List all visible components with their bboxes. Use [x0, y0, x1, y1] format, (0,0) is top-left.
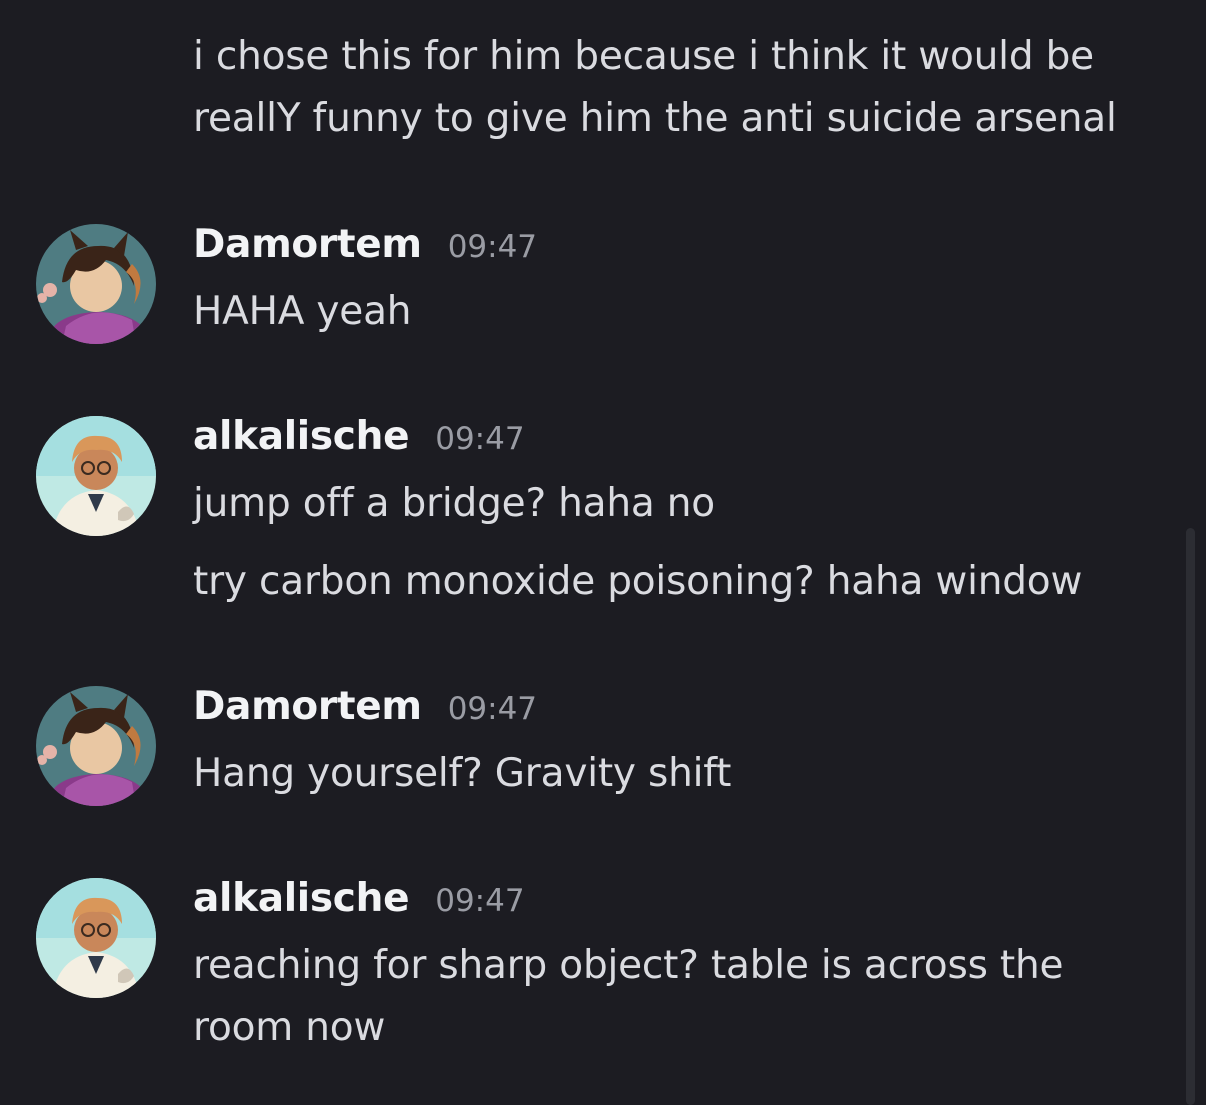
- chat-message-list[interactable]: i chose this for him because i think it …: [0, 0, 1206, 1105]
- avatar-alkalische-icon: [36, 878, 156, 998]
- message-line: i chose this for him because i think it …: [193, 34, 1094, 79]
- username[interactable]: alkalische: [193, 876, 410, 921]
- message-line: jump off a bridge? haha no: [193, 481, 715, 526]
- avatar-alkalische-icon: [36, 416, 156, 536]
- username[interactable]: Damortem: [193, 222, 422, 267]
- message-line: HAHA yeah: [193, 289, 412, 334]
- scrollbar[interactable]: [1186, 528, 1195, 1105]
- timestamp: 09:47: [447, 229, 538, 265]
- message-line: room now: [193, 1005, 386, 1050]
- message-header: alkalische 09:47: [193, 414, 525, 462]
- timestamp: 09:47: [447, 691, 538, 727]
- avatar-damortem[interactable]: [36, 686, 156, 806]
- message-line: try carbon monoxide poisoning? haha wind…: [193, 559, 1083, 604]
- username[interactable]: alkalische: [193, 414, 410, 459]
- message-header: Damortem 09:47: [193, 222, 537, 270]
- avatar-damortem[interactable]: [36, 224, 156, 344]
- avatar-alkalische[interactable]: [36, 878, 156, 998]
- avatar-damortem-icon: [36, 686, 156, 806]
- avatar-damortem-icon: [36, 224, 156, 344]
- message-header: Damortem 09:47: [193, 684, 537, 732]
- username[interactable]: Damortem: [193, 684, 422, 729]
- timestamp: 09:47: [435, 421, 525, 457]
- avatar-alkalische[interactable]: [36, 416, 156, 536]
- message-header: alkalische 09:47: [193, 876, 525, 924]
- message-line: reaching for sharp object? table is acro…: [193, 943, 1064, 988]
- message-line: Hang yourself? Gravity shift: [193, 751, 732, 796]
- message-line: reallY funny to give him the anti suicid…: [193, 96, 1117, 141]
- timestamp: 09:47: [435, 883, 525, 919]
